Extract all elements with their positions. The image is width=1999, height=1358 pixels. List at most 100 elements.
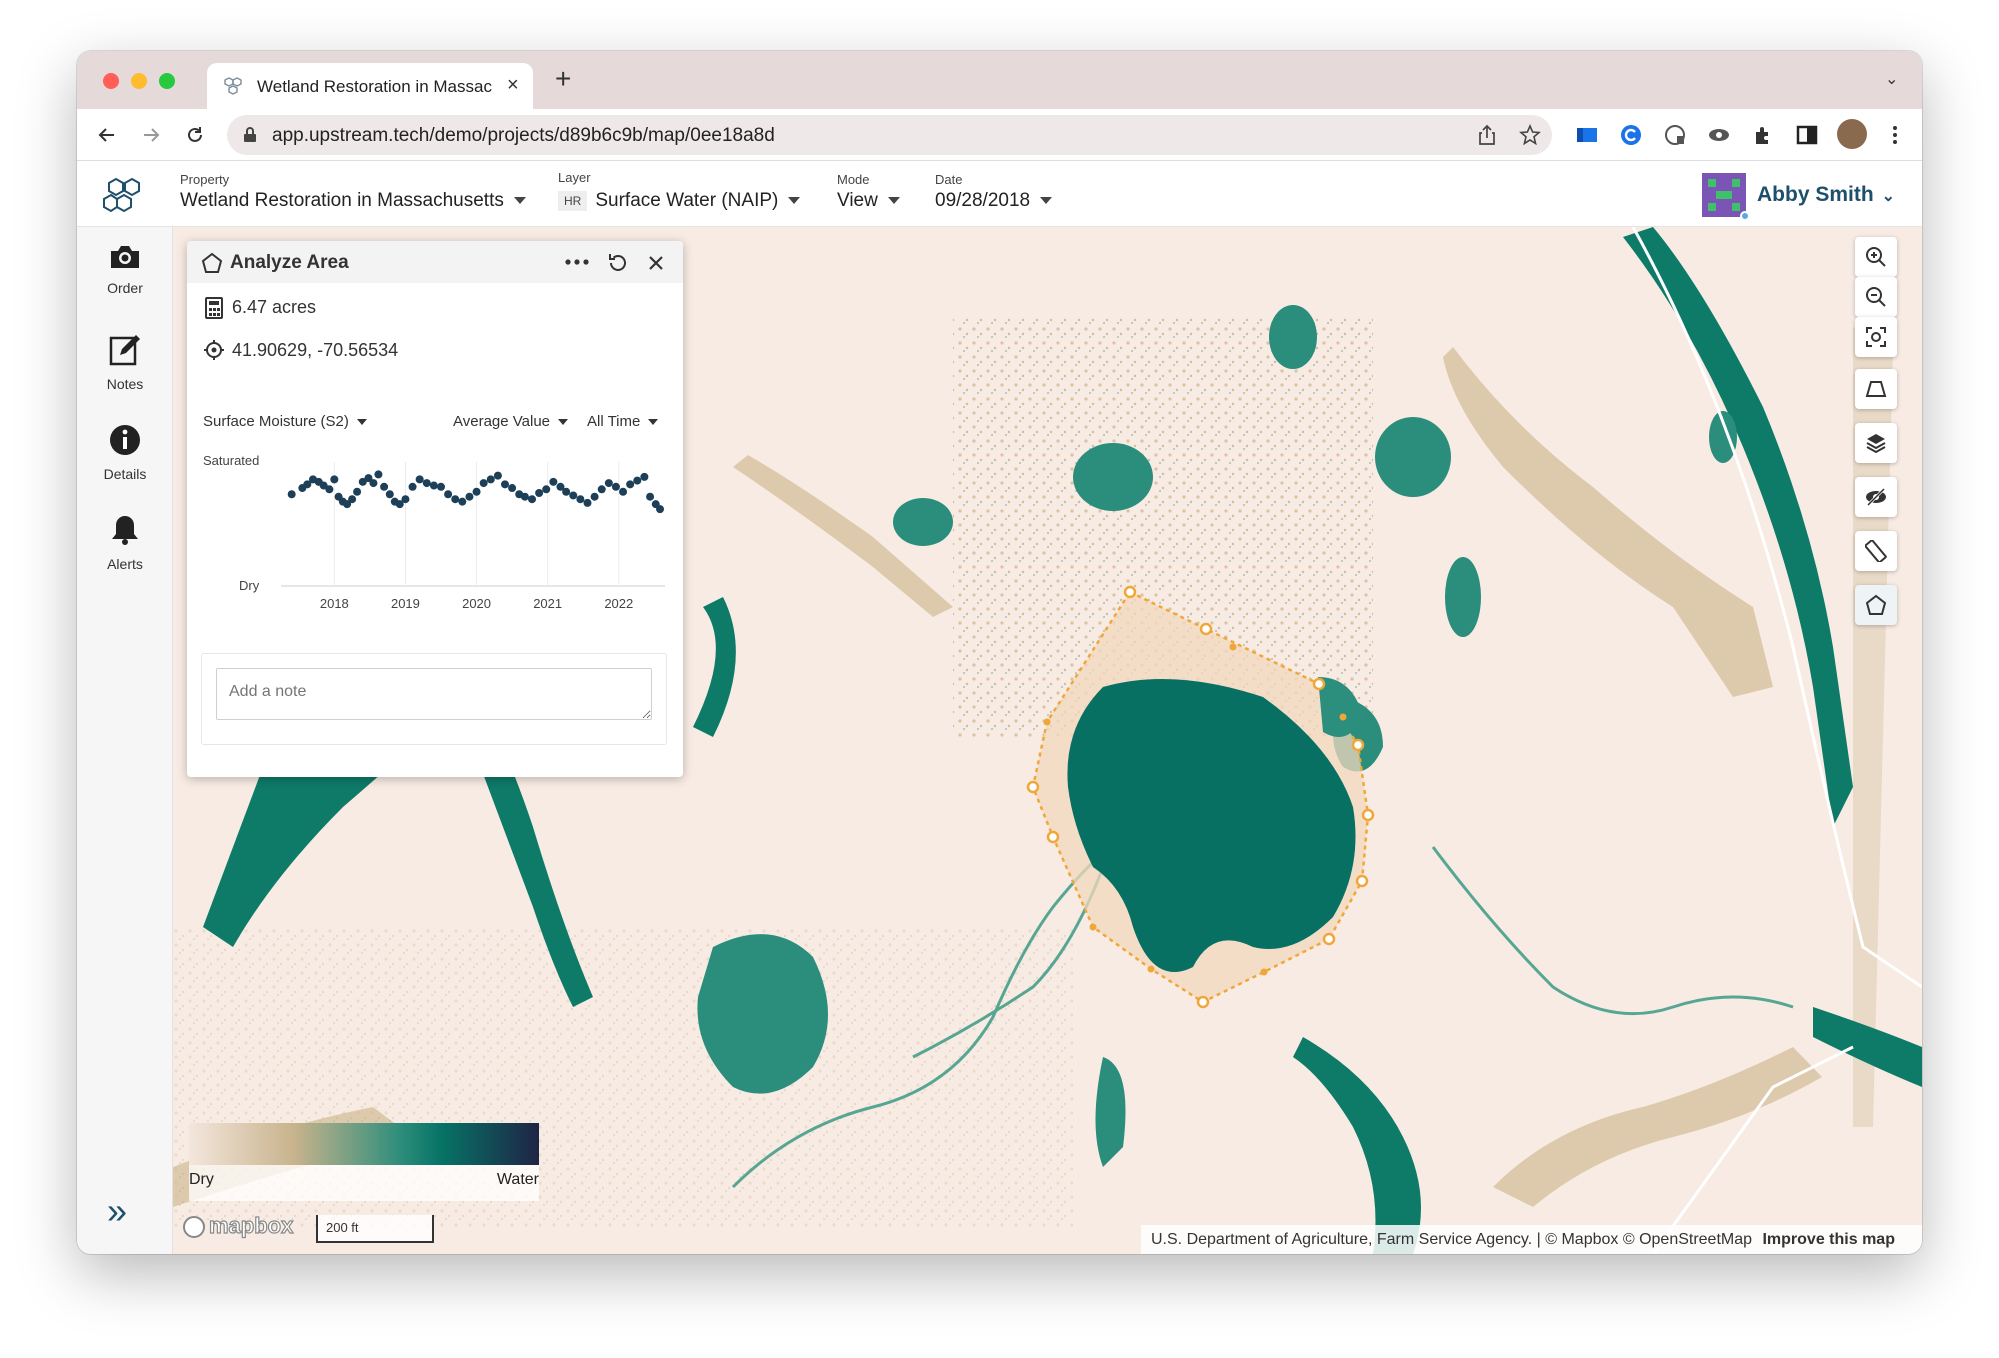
chart-point[interactable] (656, 505, 665, 514)
tab-list-chevron-icon[interactable]: ⌄ (1885, 69, 1898, 89)
chart-point[interactable] (287, 490, 296, 499)
back-icon[interactable] (95, 123, 119, 147)
close-icon[interactable] (647, 254, 665, 272)
chart-point[interactable] (590, 492, 599, 501)
chart-point[interactable] (385, 490, 394, 499)
url-text: app.upstream.tech/demo/projects/d89b6c9b… (272, 125, 775, 146)
minimize-window-button[interactable] (131, 73, 147, 89)
chart-point[interactable] (562, 487, 571, 496)
chart-point[interactable] (369, 479, 378, 488)
extension-flag-icon[interactable] (1575, 123, 1599, 147)
zoom-in-button[interactable] (1855, 237, 1897, 277)
chart-point[interactable] (604, 479, 613, 488)
reload-icon[interactable] (183, 123, 207, 147)
property-select[interactable]: Wetland Restoration in Massachusetts (180, 190, 526, 212)
chart-point[interactable] (353, 487, 362, 496)
measure-button[interactable] (1855, 531, 1897, 571)
zoom-window-button[interactable] (159, 73, 175, 89)
address-bar[interactable]: app.upstream.tech/demo/projects/d89b6c9b… (227, 115, 1552, 155)
close-tab-icon[interactable]: × (507, 74, 519, 97)
eye-extension-icon[interactable] (1707, 123, 1731, 147)
user-menu[interactable]: Abby Smith ⌄ (1757, 183, 1895, 207)
tab-title: Wetland Restoration in Massac (257, 77, 492, 96)
refresh-icon[interactable] (606, 251, 630, 275)
note-input[interactable] (216, 668, 652, 720)
analyze-area-button[interactable] (1855, 585, 1897, 625)
chart-point[interactable] (646, 492, 655, 501)
chart-point[interactable] (501, 480, 509, 489)
draw-shape-button[interactable] (1855, 369, 1897, 409)
side-panel-icon[interactable] (1795, 123, 1819, 147)
chart-point[interactable] (401, 495, 410, 504)
chart-point[interactable] (444, 490, 453, 499)
chart-point[interactable] (583, 498, 592, 507)
time-range-select[interactable]: All Time (587, 413, 659, 430)
chart-point[interactable] (549, 477, 558, 486)
chart-point[interactable] (597, 485, 606, 494)
chart-point[interactable] (569, 491, 578, 500)
fit-bounds-button[interactable] (1855, 317, 1897, 357)
coordinates-value: 41.90629, -70.56534 (232, 340, 399, 360)
chart-point[interactable] (520, 492, 529, 501)
forward-icon[interactable] (139, 123, 163, 147)
chart-point[interactable] (437, 482, 445, 491)
profile-avatar[interactable] (1837, 119, 1867, 149)
chart-point[interactable] (451, 495, 460, 504)
chart-point[interactable] (465, 492, 474, 501)
close-window-button[interactable] (103, 73, 119, 89)
chart-point[interactable] (422, 479, 431, 488)
date-select[interactable]: 09/28/2018 (935, 190, 1053, 212)
chart-point[interactable] (408, 482, 417, 491)
upstream-logo-icon[interactable] (103, 177, 145, 215)
layers-button[interactable] (1855, 423, 1897, 463)
surface-moisture-chart[interactable]: Saturated Dry 2018 2019 2020 2021 2022 (197, 446, 677, 616)
extension-c-icon[interactable] (1619, 123, 1643, 147)
bookmark-star-icon[interactable] (1519, 124, 1541, 146)
chart-point[interactable] (472, 487, 481, 496)
mapbox-logo[interactable]: mapbox (183, 1212, 294, 1239)
chart-point[interactable] (576, 495, 585, 504)
metric-select[interactable]: Surface Moisture (S2) (203, 413, 367, 430)
chart-point[interactable] (542, 485, 551, 494)
extension-g-icon[interactable] (1663, 123, 1687, 147)
chart-point[interactable] (415, 475, 424, 484)
hide-overlay-button[interactable] (1855, 477, 1897, 517)
chart-point[interactable] (325, 485, 334, 494)
puzzle-extensions-icon[interactable] (1751, 123, 1775, 147)
more-options-icon[interactable] (565, 259, 589, 265)
chart-point[interactable] (508, 484, 517, 493)
chart-point[interactable] (493, 471, 502, 480)
sidebar-item-order[interactable]: Order (77, 243, 173, 296)
chart-point[interactable] (633, 476, 642, 485)
chart-point[interactable] (458, 497, 467, 506)
browser-menu-icon[interactable] (1883, 123, 1907, 147)
chart-point[interactable] (374, 470, 383, 479)
zoom-out-button[interactable] (1855, 277, 1897, 317)
chart-point[interactable] (348, 495, 357, 504)
sidebar-item-notes[interactable]: Notes (77, 333, 173, 392)
chart-point[interactable] (380, 482, 389, 491)
aggregation-select[interactable]: Average Value (453, 413, 569, 430)
chart-point[interactable] (640, 472, 649, 481)
mode-select[interactable]: View (837, 190, 900, 212)
chart-point[interactable] (535, 489, 544, 497)
sidebar-item-alerts[interactable]: Alerts (77, 513, 173, 572)
chart-point[interactable] (626, 480, 635, 489)
layer-select[interactable]: HR Surface Water (NAIP) (558, 190, 801, 212)
sidebar-item-label: Notes (106, 376, 144, 392)
new-tab-button[interactable]: + (555, 63, 571, 95)
chart-point[interactable] (486, 475, 495, 484)
chart-point[interactable] (619, 487, 628, 496)
improve-map-link[interactable]: Improve this map (1762, 1231, 1894, 1248)
sidebar-item-details[interactable]: Details (77, 423, 173, 482)
expand-sidebar-icon[interactable]: » (107, 1193, 127, 1229)
browser-tab[interactable]: Wetland Restoration in Massac × (207, 63, 533, 109)
share-icon[interactable] (1477, 124, 1497, 146)
chart-point[interactable] (330, 475, 339, 484)
chart-point[interactable] (479, 479, 488, 488)
hexagon-logo-icon (224, 77, 242, 95)
chart-point[interactable] (429, 481, 438, 490)
chart-point[interactable] (611, 482, 620, 491)
user-avatar[interactable] (1702, 173, 1750, 221)
chart-point[interactable] (528, 495, 537, 504)
